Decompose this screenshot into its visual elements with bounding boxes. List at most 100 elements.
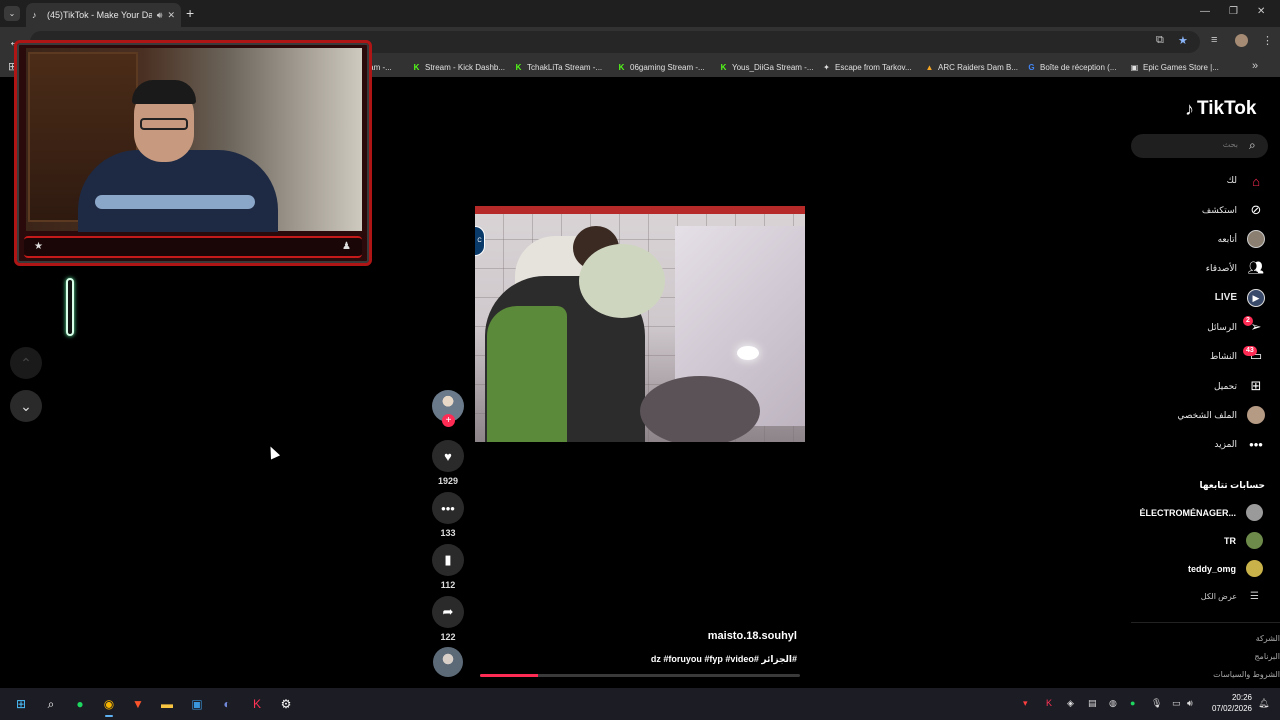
sidebar-item-live[interactable]: LIVE bbox=[1100, 292, 1237, 303]
tray-app-icon[interactable]: ◍ bbox=[1109, 698, 1117, 709]
heart-icon: ♥ bbox=[444, 448, 452, 464]
bookmark-icon: ▮ bbox=[444, 552, 452, 567]
chrome-icon[interactable]: ◉ bbox=[100, 695, 118, 717]
save-button[interactable]: ▮ bbox=[432, 544, 464, 576]
followed-account-avatar[interactable] bbox=[1246, 560, 1263, 577]
tab-close-icon[interactable]: ✕ bbox=[167, 10, 175, 21]
kick-icon: K bbox=[413, 62, 420, 72]
save-count: 112 bbox=[440, 580, 456, 590]
sidebar-item-activity[interactable]: النشاط bbox=[1100, 351, 1237, 362]
app-k-icon[interactable]: K bbox=[248, 695, 266, 713]
bookmark-item[interactable]: G Boîte de réception (... bbox=[1027, 60, 1116, 74]
sidebar-item-friends[interactable]: الأصدقاء bbox=[1100, 263, 1237, 274]
chrome-menu-icon[interactable]: ⋮ bbox=[1262, 34, 1273, 47]
photos-icon[interactable]: ▣ bbox=[188, 695, 206, 713]
see-all-link[interactable]: عرض الكل bbox=[1150, 592, 1237, 601]
home-icon: ⌂ bbox=[1252, 173, 1260, 189]
compass-icon: ⊘ bbox=[1250, 202, 1262, 217]
sidebar-item-for-you[interactable]: لك bbox=[1100, 175, 1237, 186]
followed-account-avatar[interactable] bbox=[1246, 532, 1263, 549]
tray-volume-icon[interactable]: 🔊︎ bbox=[1187, 698, 1193, 709]
close-window-icon[interactable]: ✕ bbox=[1257, 6, 1265, 17]
video-hashtags[interactable]: #الجزائر #dz #foruyou #fyp #video bbox=[520, 654, 797, 665]
clock-date[interactable]: 07/02/2026 bbox=[1196, 704, 1252, 713]
upload-icon: ⊞ bbox=[1250, 378, 1262, 393]
followed-account-avatar[interactable] bbox=[1246, 504, 1263, 521]
chevron-down-icon: ⌄ bbox=[20, 397, 32, 414]
spotify-icon[interactable]: ● bbox=[71, 695, 89, 713]
tray-k-icon[interactable]: K bbox=[1046, 698, 1052, 708]
chrome-profile-avatar[interactable] bbox=[1235, 34, 1248, 47]
footer-link[interactable]: البرنامج bbox=[1200, 652, 1280, 661]
following-accounts-title: حسابات تتابعها bbox=[1199, 480, 1265, 490]
music-disc-avatar[interactable] bbox=[433, 647, 463, 677]
new-tab-button[interactable]: + bbox=[186, 5, 194, 21]
epic-games-icon: ▣ bbox=[1130, 62, 1139, 72]
tray-status-icon[interactable]: ● bbox=[1130, 698, 1135, 708]
footer-link[interactable]: الشروط والسياسات bbox=[1200, 670, 1280, 679]
tab-search-button[interactable]: ⌄ bbox=[4, 6, 20, 21]
sidebar-item-upload[interactable]: تحميل bbox=[1100, 381, 1237, 392]
following-avatar-icon bbox=[1246, 229, 1266, 249]
tab-audio-icon[interactable]: 🔊︎ bbox=[157, 10, 163, 21]
sidebar-item-more[interactable]: المزيد bbox=[1100, 439, 1237, 450]
like-button[interactable]: ♥ bbox=[432, 440, 464, 472]
share-button[interactable]: ➦ bbox=[432, 596, 464, 628]
overlay-widget bbox=[66, 278, 74, 336]
brave-icon[interactable]: ▼ bbox=[129, 695, 147, 713]
bookmark-item[interactable]: ✦ Escape from Tarkov... bbox=[822, 60, 911, 74]
kick-icon: K bbox=[515, 62, 522, 72]
tray-mic-icon[interactable]: ▾ bbox=[1023, 698, 1028, 709]
bookmark-item[interactable]: ▲ ARC Raiders Dam B... bbox=[925, 60, 1019, 74]
followed-account[interactable]: ÉLECTROMÉNAGER... bbox=[1090, 508, 1236, 518]
install-app-icon[interactable]: ⧉ bbox=[1156, 34, 1164, 47]
search-taskbar-icon[interactable]: ⌕ bbox=[42, 695, 60, 713]
creator-username[interactable]: maisto.18.souhyl bbox=[560, 630, 797, 642]
restore-icon[interactable]: ❐ bbox=[1229, 6, 1238, 17]
bookmark-star-icon[interactable]: ★ bbox=[1178, 34, 1188, 47]
browser-tab[interactable]: ♪ (45)TikTok - Make Your Day 🔊︎ ✕ bbox=[26, 3, 181, 27]
tray-app-icon[interactable]: ▤ bbox=[1088, 698, 1097, 709]
bookmark-item[interactable]: K Stream - Kick Dashb... bbox=[412, 60, 505, 74]
mouse-cursor bbox=[265, 444, 281, 460]
sidebar-item-messages[interactable]: الرسائل bbox=[1100, 322, 1237, 333]
clock-time[interactable]: 20:26 bbox=[1196, 693, 1252, 702]
file-explorer-icon[interactable]: ▬ bbox=[158, 695, 176, 713]
more-bookmarks-icon[interactable]: » bbox=[1252, 60, 1258, 72]
footer-link[interactable]: الشركة bbox=[1200, 634, 1280, 643]
google-icon: G bbox=[1028, 62, 1035, 72]
video-player[interactable] bbox=[475, 206, 805, 442]
tray-app-icon[interactable]: ◈ bbox=[1067, 698, 1074, 709]
video-progress-bar[interactable] bbox=[480, 674, 800, 677]
follow-plus-icon[interactable]: + bbox=[442, 414, 455, 427]
tiktok-logo[interactable]: ♪ TikTok bbox=[1185, 98, 1256, 120]
sidebar-item-profile[interactable]: الملف الشخصي bbox=[1100, 410, 1237, 421]
tray-network-icon[interactable]: ▭ bbox=[1172, 698, 1181, 709]
settings-app-icon[interactable]: ⚙ bbox=[277, 695, 295, 713]
comment-icon: ••• bbox=[441, 500, 455, 516]
bookmark-item[interactable]: K TchakLiTa Stream -... bbox=[514, 60, 603, 74]
bookmark-item[interactable]: ▣ Epic Games Store |... bbox=[1130, 60, 1219, 74]
search-icon[interactable]: ⌕ bbox=[1249, 138, 1256, 153]
discord-icon[interactable]: ◐ bbox=[218, 695, 236, 713]
sidebar-item-explore[interactable]: استكشف bbox=[1100, 205, 1237, 216]
tab-title: (45)TikTok - Make Your Day bbox=[47, 10, 152, 20]
kick-icon: K bbox=[618, 62, 625, 72]
tray-microphone-icon[interactable]: 🎙︎ bbox=[1151, 698, 1162, 709]
next-video-button[interactable]: ⌄ bbox=[10, 390, 42, 422]
windows-start-icon[interactable]: ⊞ bbox=[12, 695, 30, 713]
previous-video-button[interactable]: ⌃ bbox=[10, 347, 42, 379]
tiktok-note-icon: ♪ bbox=[1185, 98, 1194, 119]
bookmark-item[interactable]: K Yous_DiiGa Stream -... bbox=[719, 60, 814, 74]
minimize-icon[interactable]: — bbox=[1200, 6, 1210, 17]
activity-badge: 43 bbox=[1243, 346, 1257, 356]
media-controls-icon[interactable]: ≡ bbox=[1211, 34, 1217, 46]
notification-bell-icon[interactable]: 🔔︎ bbox=[1258, 698, 1269, 709]
bookmark-item[interactable]: K 06gaming Stream -... bbox=[617, 60, 705, 74]
more-icon: ••• bbox=[1249, 436, 1263, 452]
comment-button[interactable]: ••• bbox=[432, 492, 464, 524]
sidebar-item-following[interactable]: أتابعه bbox=[1100, 234, 1237, 245]
friends-icon: 👥︎ bbox=[1247, 260, 1265, 275]
followed-account[interactable]: teddy_omg bbox=[1090, 564, 1236, 574]
followed-account[interactable]: TR bbox=[1090, 536, 1236, 546]
